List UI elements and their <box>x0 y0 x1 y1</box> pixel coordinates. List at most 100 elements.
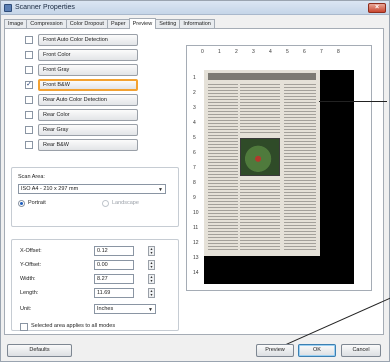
document-headline-block <box>208 73 316 80</box>
defaults-button[interactable]: Defaults <box>7 344 72 357</box>
portrait-label: Portrait <box>28 200 46 206</box>
scan-area-value: ISO A4 - 210 x 297 mm <box>21 186 79 192</box>
offset-group: X-Offset: 0.12 ▲ ▼ Y-Offset: 0.00 ▲ ▼ Widt… <box>11 239 179 331</box>
length-label: Length: <box>20 290 39 296</box>
ruler-tick-label: 7 <box>320 49 323 55</box>
ruler-tick-label: 1 <box>218 49 221 55</box>
ruler-tick-label: 11 <box>193 225 199 231</box>
y-offset-label: Y-Offset: <box>20 262 42 268</box>
width-label: Width: <box>20 276 36 282</box>
length-row: Length: 11.69 ▲ ▼ <box>20 288 170 299</box>
document-text-column <box>240 180 280 252</box>
mode-button-front-color[interactable]: Front Color <box>38 49 138 61</box>
document-text-column <box>240 84 280 134</box>
x-offset-spinner[interactable]: ▲ ▼ <box>148 246 155 256</box>
mode-button-rear-color[interactable]: Rear Color <box>38 109 138 121</box>
mode-row: Front Gray <box>11 63 181 77</box>
apply-all-checkbox[interactable] <box>20 323 28 331</box>
mode-button-front-gray[interactable]: Front Gray <box>38 64 138 76</box>
ruler-tick-label: 6 <box>193 150 196 156</box>
mode-row: Rear Color <box>11 108 181 122</box>
scan-area-label: Scan Area: <box>18 174 45 180</box>
left-ruler: 1 2 3 4 5 6 7 8 9 10 11 12 13 14 <box>191 61 203 286</box>
scanner-app-icon <box>4 4 12 12</box>
scanner-properties-window: Scanner Properties × Image Compression C… <box>0 0 390 362</box>
mode-checkbox-checked[interactable]: ✓ <box>25 81 33 89</box>
length-input[interactable]: 11.69 <box>94 288 134 298</box>
ruler-tick-label: 2 <box>235 49 238 55</box>
image-mode-list: Front Auto Color Detection Front Color F… <box>11 33 181 153</box>
mode-button-rear-bw[interactable]: Rear B&W <box>38 139 138 151</box>
mode-checkbox[interactable] <box>25 96 33 104</box>
document-text-column <box>284 84 316 252</box>
mode-row: Front Color <box>11 48 181 62</box>
tab-preview[interactable]: Preview <box>128 18 157 29</box>
scanned-document-preview[interactable] <box>204 70 320 256</box>
length-spinner[interactable]: ▲ ▼ <box>148 288 155 298</box>
x-offset-input[interactable]: 0.12 <box>94 246 134 256</box>
ruler-tick-label: 10 <box>193 210 199 216</box>
y-offset-row: Y-Offset: 0.00 ▲ ▼ <box>20 260 170 271</box>
preview-button[interactable]: Preview <box>256 344 294 357</box>
ruler-tick-label: 5 <box>193 135 196 141</box>
y-offset-input[interactable]: 0.00 <box>94 260 134 270</box>
scan-area-group: Scan Area: ISO A4 - 210 x 297 mm ▼ Portr… <box>11 167 179 227</box>
mode-checkbox[interactable] <box>25 66 33 74</box>
window-title: Scanner Properties <box>15 4 75 11</box>
x-offset-row: X-Offset: 0.12 ▲ ▼ <box>20 246 170 257</box>
mode-row: Rear Gray <box>11 123 181 137</box>
ruler-tick-label: 7 <box>193 165 196 171</box>
chevron-down-icon: ▼ <box>148 307 153 313</box>
width-row: Width: 8.27 ▲ ▼ <box>20 274 170 285</box>
apply-all-label: Selected area applies to all modes <box>31 323 116 329</box>
width-spinner[interactable]: ▲ ▼ <box>148 274 155 284</box>
x-offset-label: X-Offset: <box>20 248 42 254</box>
unit-label: Unit: <box>20 306 32 312</box>
mode-button-front-bw[interactable]: Front B&W <box>38 79 138 91</box>
mode-button-rear-auto-color[interactable]: Rear Auto Color Detection <box>38 94 138 106</box>
portrait-radio[interactable] <box>18 200 25 207</box>
mode-row: Front Auto Color Detection <box>11 33 181 47</box>
ruler-tick-label: 13 <box>193 255 199 261</box>
cancel-button[interactable]: Cancel <box>341 344 381 357</box>
ruler-tick-label: 9 <box>193 195 196 201</box>
ruler-tick-label: 5 <box>286 49 289 55</box>
ruler-tick-label: 1 <box>193 75 196 81</box>
unit-row: Unit: Inches ▼ <box>20 304 170 315</box>
ruler-tick-label: 4 <box>193 120 196 126</box>
chevron-down-icon: ▼ <box>158 187 163 193</box>
ruler-tick-label: 4 <box>269 49 272 55</box>
mode-checkbox[interactable] <box>25 51 33 59</box>
unit-select[interactable]: Inches ▼ <box>94 304 156 314</box>
ruler-tick-label: 8 <box>337 49 340 55</box>
ruler-tick-label: 3 <box>193 105 196 111</box>
mode-checkbox[interactable] <box>25 36 33 44</box>
top-ruler: 0 1 2 3 4 5 6 7 8 <box>201 49 351 59</box>
mode-button-rear-gray[interactable]: Rear Gray <box>38 124 138 136</box>
landscape-radio[interactable] <box>102 200 109 207</box>
mode-checkbox[interactable] <box>25 141 33 149</box>
ruler-tick-label: 2 <box>193 90 196 96</box>
document-photo <box>240 138 280 176</box>
ruler-tick-label: 0 <box>201 49 204 55</box>
width-input[interactable]: 8.27 <box>94 274 134 284</box>
mode-checkbox[interactable] <box>25 111 33 119</box>
callout-line <box>319 101 387 102</box>
landscape-label: Landscape <box>112 200 139 206</box>
unit-value: Inches <box>97 306 114 312</box>
mode-checkbox[interactable] <box>25 126 33 134</box>
ruler-tick-label: 6 <box>303 49 306 55</box>
scan-area-select[interactable]: ISO A4 - 210 x 297 mm ▼ <box>18 184 166 194</box>
close-button[interactable]: × <box>368 3 386 13</box>
ruler-tick-label: 3 <box>252 49 255 55</box>
ok-button[interactable]: OK <box>298 344 336 357</box>
document-text-column <box>208 84 238 252</box>
mode-button-front-auto-color[interactable]: Front Auto Color Detection <box>38 34 138 46</box>
ruler-tick-label: 8 <box>193 180 196 186</box>
y-offset-spinner[interactable]: ▲ ▼ <box>148 260 155 270</box>
ruler-tick-label: 12 <box>193 240 199 246</box>
ruler-tick-label: 14 <box>193 270 199 276</box>
title-bar[interactable]: Scanner Properties × <box>1 1 389 15</box>
mode-row: ✓ Front B&W <box>11 78 181 92</box>
mode-row: Rear Auto Color Detection <box>11 93 181 107</box>
